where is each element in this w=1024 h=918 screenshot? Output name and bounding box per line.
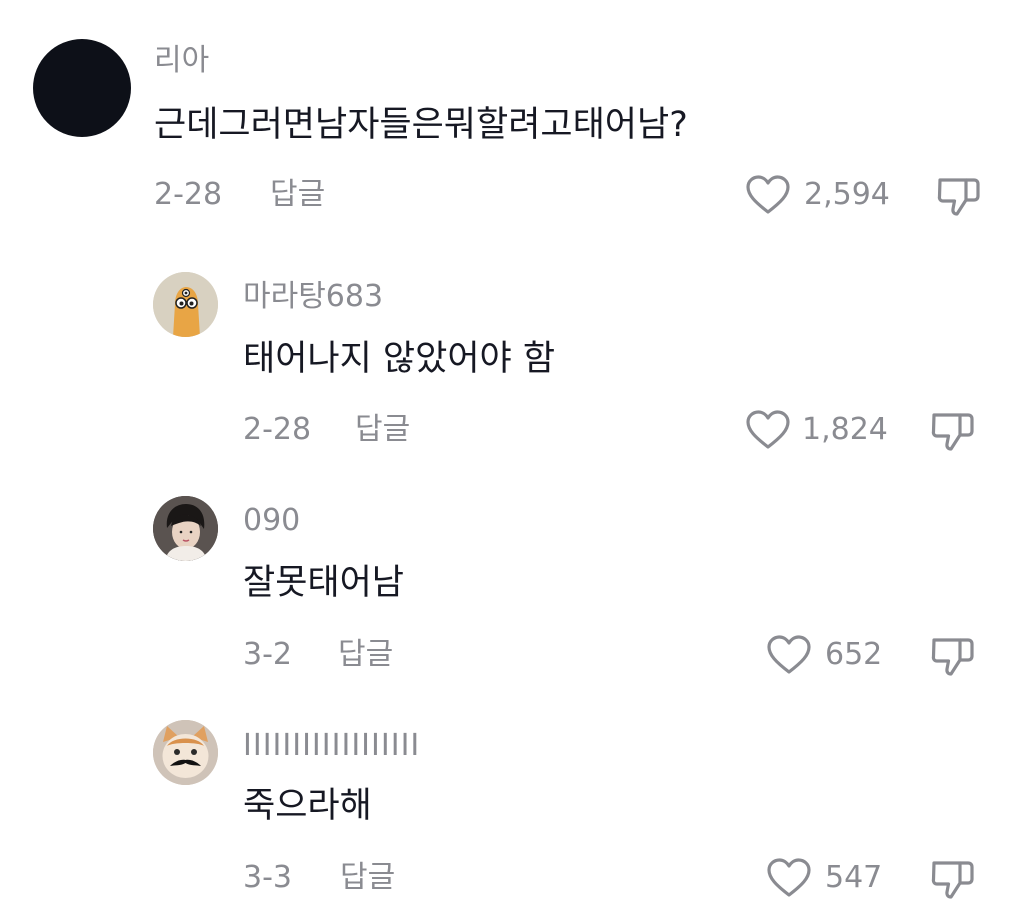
comment-text: 잘못태어남 [243, 563, 405, 603]
avatar[interactable] [153, 720, 218, 785]
comment-item: 마라탕683 태어나지 않았어야 함 2-28 답글 1,824 [0, 240, 1024, 470]
comment-text: 죽으라해 [243, 786, 372, 826]
avatar[interactable] [153, 496, 218, 561]
comment-username[interactable]: 마라탕683 [243, 282, 383, 312]
avatar[interactable] [153, 272, 218, 337]
like-count: 2,594 [804, 177, 890, 212]
heart-icon[interactable] [745, 409, 791, 451]
comment-item: IIIIIIIIIIIIIIIIII 죽으라해 3-3 답글 547 [0, 695, 1024, 918]
comment-date: 2-28 [243, 412, 312, 447]
comment-username[interactable]: IIIIIIIIIIIIIIIIII [243, 731, 420, 761]
dislike-icon[interactable] [930, 634, 976, 678]
reply-button[interactable]: 답글 [355, 415, 410, 445]
heart-icon[interactable] [766, 857, 812, 899]
reply-button[interactable]: 답글 [338, 640, 393, 670]
cartoon-character-icon [153, 272, 218, 337]
reply-button[interactable]: 답글 [340, 863, 395, 893]
heart-icon[interactable] [766, 634, 812, 676]
comment-item: 리아 근데그러면남자들은뭐할려고태어남? 2-28 답글 2,594 [0, 0, 1024, 240]
comment-date: 2-28 [154, 177, 223, 212]
comment-date: 3-3 [243, 860, 292, 895]
reply-button[interactable]: 답글 [270, 180, 325, 210]
comment-item: 090 잘못태어남 3-2 답글 652 [0, 470, 1024, 695]
heart-icon[interactable] [745, 174, 791, 216]
like-count: 1,824 [802, 412, 888, 447]
avatar[interactable] [33, 39, 131, 137]
comment-text: 태어나지 않았어야 함 [243, 339, 556, 379]
dislike-icon[interactable] [930, 409, 976, 453]
comment-date: 3-2 [243, 637, 292, 672]
like-count: 547 [825, 860, 883, 895]
person-photo-icon [153, 496, 218, 561]
mustache-cat-icon [153, 720, 218, 785]
comment-username[interactable]: 리아 [154, 46, 209, 76]
dislike-icon[interactable] [936, 174, 982, 218]
comment-username[interactable]: 090 [243, 506, 300, 536]
dislike-icon[interactable] [930, 857, 976, 901]
comment-text: 근데그러면남자들은뭐할려고태어남? [154, 105, 688, 145]
like-count: 652 [825, 637, 883, 672]
